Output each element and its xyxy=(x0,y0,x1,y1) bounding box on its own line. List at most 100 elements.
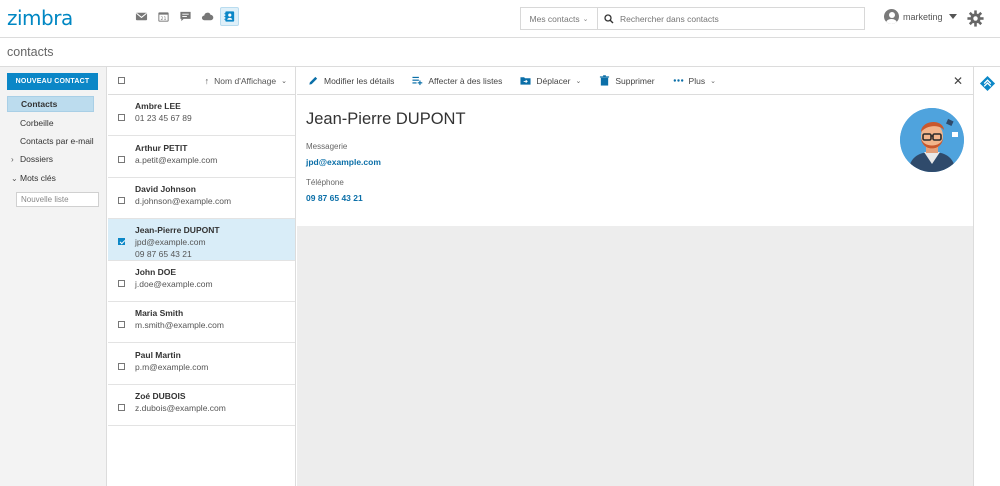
list-item[interactable]: Zoé DUBOIS z.dubois@example.com xyxy=(108,385,295,426)
arrow-up-icon[interactable]: ↑ xyxy=(205,76,210,86)
sort-dropdown[interactable]: ↑ Nom d'Affichage ⌄ xyxy=(205,76,287,86)
user-menu[interactable]: marketing xyxy=(884,9,957,24)
list-item[interactable]: Paul Martin p.m@example.com xyxy=(108,344,295,385)
user-avatar-icon xyxy=(884,9,899,24)
contact-detail: 01 23 45 67 89 xyxy=(135,113,192,123)
contact-name: Maria Smith xyxy=(135,308,184,318)
contact-detail: a.petit@example.com xyxy=(135,155,218,165)
list-item[interactable]: David Johnson d.johnson@example.com xyxy=(108,178,295,219)
sort-label: Nom d'Affichage xyxy=(214,76,277,86)
contact-detail-panel: Modifier les détails Affecter à des list… xyxy=(297,67,973,486)
new-list-input[interactable]: Nouvelle liste xyxy=(16,192,99,207)
sidebar-item-label: Corbeille xyxy=(20,118,54,128)
gear-icon[interactable] xyxy=(967,10,984,27)
list-item[interactable]: Ambre LEE 01 23 45 67 89 xyxy=(108,95,295,136)
sidebar-item-label: Contacts par e-mail xyxy=(20,136,94,146)
contact-name: Zoé DUBOIS xyxy=(135,391,186,401)
contact-avatar xyxy=(900,108,964,172)
contact-name: Ambre LEE xyxy=(135,101,181,111)
sidebar-item-trash[interactable]: Corbeille xyxy=(7,115,94,131)
contact-name: Arthur PETIT xyxy=(135,143,188,153)
delete-button[interactable]: Supprimer xyxy=(599,75,655,86)
chevron-down-icon[interactable]: ⌄ xyxy=(11,174,18,183)
more-dots-icon xyxy=(673,79,683,82)
caret-down-icon xyxy=(948,14,957,19)
contact-detail: j.doe@example.com xyxy=(135,279,213,289)
top-header: zimbra 21 Mes contacts ⌄ marketing xyxy=(0,0,1000,38)
search-icon[interactable] xyxy=(604,13,614,24)
row-checkbox[interactable] xyxy=(118,321,125,328)
contact-detail: m.smith@example.com xyxy=(135,320,224,330)
contact-detail: p.m@example.com xyxy=(135,362,209,372)
new-contact-button[interactable]: NOUVEAU CONTACT xyxy=(7,73,98,90)
more-label: Plus xyxy=(688,75,706,86)
row-checkbox[interactable] xyxy=(118,404,125,411)
list-item[interactable]: Maria Smith m.smith@example.com xyxy=(108,302,295,343)
edit-details-button[interactable]: Modifier les détails xyxy=(308,75,394,86)
assign-lists-button[interactable]: Affecter à des listes xyxy=(412,75,502,86)
assign-lists-label: Affecter à des listes xyxy=(428,75,503,86)
move-label: Déplacer xyxy=(536,75,571,86)
row-checkbox[interactable] xyxy=(118,197,125,204)
contact-full-name: Jean-Pierre DUPONT xyxy=(306,110,466,128)
detail-toolbar: Modifier les détails Affecter à des list… xyxy=(297,67,973,95)
zimbra-logo[interactable]: zimbra xyxy=(7,6,73,30)
contact-card: Jean-Pierre DUPONT Messagerie jpd@exampl… xyxy=(297,95,973,226)
row-checkbox[interactable] xyxy=(118,238,125,245)
chevron-right-icon[interactable]: › xyxy=(11,155,14,164)
sidebar-item-email-contacts[interactable]: Contacts par e-mail xyxy=(7,133,94,149)
sidebar-item-label: Contacts xyxy=(21,99,58,109)
contact-email: jpd@example.com xyxy=(135,237,206,247)
page-title: contacts xyxy=(7,45,54,59)
cloud-icon[interactable] xyxy=(198,7,217,26)
zimlet-diamond-icon[interactable] xyxy=(979,75,996,92)
svg-text:21: 21 xyxy=(161,16,167,22)
phone-label: Téléphone xyxy=(306,178,344,187)
phone-link[interactable]: 09 87 65 43 21 xyxy=(306,193,363,203)
list-item[interactable]: Arthur PETIT a.petit@example.com xyxy=(108,137,295,178)
search-scope-dropdown[interactable]: Mes contacts ⌄ xyxy=(521,8,598,29)
row-checkbox[interactable] xyxy=(118,363,125,370)
select-all-checkbox[interactable] xyxy=(118,77,125,84)
email-label: Messagerie xyxy=(306,142,348,151)
list-item[interactable]: John DOE j.doe@example.com xyxy=(108,261,295,302)
search-bar: Mes contacts ⌄ xyxy=(520,7,865,30)
delete-label: Supprimer xyxy=(615,75,655,86)
sidebar-item-tags[interactable]: ⌄ Mots clés xyxy=(7,170,94,186)
contact-name: John DOE xyxy=(135,267,177,277)
row-checkbox[interactable] xyxy=(118,156,125,163)
app-switcher: 21 xyxy=(132,7,239,26)
sidebar-item-label: Mots clés xyxy=(20,173,56,183)
mail-icon[interactable] xyxy=(132,7,151,26)
right-rail xyxy=(973,67,1000,486)
sidebar: NOUVEAU CONTACT Contacts Corbeille Conta… xyxy=(0,67,107,486)
search-scope-label: Mes contacts xyxy=(529,13,580,24)
list-item-selected[interactable]: Jean-Pierre DUPONT jpd@example.com 09 87… xyxy=(108,219,295,261)
contact-phone: 09 87 65 43 21 xyxy=(135,249,192,259)
contact-detail: d.johnson@example.com xyxy=(135,196,232,206)
contact-name: Jean-Pierre DUPONT xyxy=(135,225,220,235)
row-checkbox[interactable] xyxy=(118,280,125,287)
section-titlebar: contacts xyxy=(0,38,1000,67)
row-checkbox[interactable] xyxy=(118,114,125,121)
calendar-icon[interactable]: 21 xyxy=(154,7,173,26)
search-input[interactable] xyxy=(620,13,850,24)
more-button[interactable]: Plus ⌄ xyxy=(673,75,716,86)
chevron-down-icon: ⌄ xyxy=(710,77,716,85)
contact-list: ↑ Nom d'Affichage ⌄ Ambre LEE 01 23 45 6… xyxy=(108,67,296,486)
close-icon[interactable]: ✕ xyxy=(953,74,963,88)
sidebar-item-folders[interactable]: › Dossiers xyxy=(7,151,94,167)
chevron-down-icon: ⌄ xyxy=(281,78,287,85)
folder-move-icon xyxy=(520,77,531,85)
sidebar-item-contacts[interactable]: Contacts xyxy=(7,96,94,112)
chevron-down-icon: ⌄ xyxy=(582,15,589,23)
contacts-icon[interactable] xyxy=(220,7,239,26)
sidebar-item-label: Dossiers xyxy=(20,154,54,164)
move-button[interactable]: Déplacer ⌄ xyxy=(520,75,581,86)
chat-icon[interactable] xyxy=(176,7,195,26)
chevron-down-icon: ⌄ xyxy=(575,77,582,85)
contact-name: David Johnson xyxy=(135,184,196,194)
email-link[interactable]: jpd@example.com xyxy=(306,157,381,167)
search-field xyxy=(598,13,864,24)
user-name: marketing xyxy=(903,11,943,22)
